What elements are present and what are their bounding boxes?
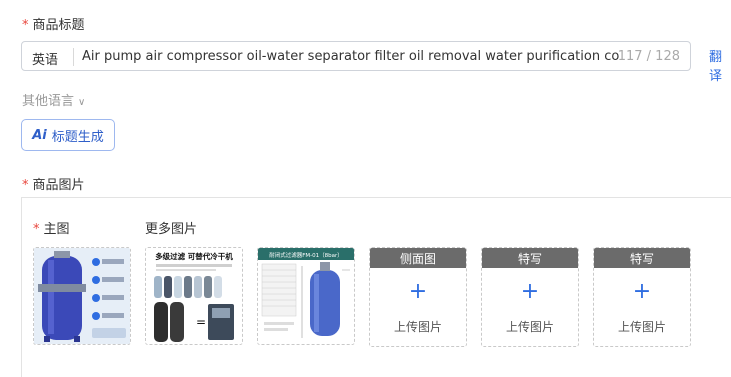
- upload-slot-closeup-2[interactable]: 特写 + 上传图片: [593, 247, 691, 347]
- translate-link[interactable]: 翻译: [709, 46, 731, 84]
- thumbnail-headline: 多级过滤 可替代冷干机: [155, 251, 233, 261]
- slot-header: 特写: [594, 248, 690, 268]
- slot-header: 侧面图: [370, 248, 466, 268]
- other-languages-label: 其他语言: [22, 94, 75, 109]
- more-image-thumbnail-1[interactable]: 多级过滤 可替代冷干机 =: [145, 247, 243, 345]
- upload-slot-side-view[interactable]: 侧面图 + 上传图片: [369, 247, 467, 347]
- plus-icon: +: [408, 279, 428, 304]
- chevron-down-icon: ∨: [78, 97, 86, 108]
- filter-tank-image: [34, 248, 130, 344]
- filter-elements-image: 多级过滤 可替代冷干机 =: [146, 248, 242, 344]
- plus-icon: +: [520, 279, 540, 304]
- language-tag[interactable]: 英语: [32, 49, 58, 68]
- main-image-label: * 主图: [33, 222, 70, 237]
- plus-icon: +: [632, 279, 652, 304]
- upload-slot-closeup-1[interactable]: 特写 + 上传图片: [481, 247, 579, 347]
- title-generate-label: 标题生成: [51, 129, 104, 145]
- upload-label: 上传图片: [617, 320, 666, 334]
- required-mark: *: [33, 222, 40, 237]
- other-languages-toggle[interactable]: 其他语言 ∨: [22, 90, 85, 109]
- svg-text:=: =: [196, 315, 206, 329]
- slot-header: 特写: [482, 248, 578, 268]
- ai-icon: Ai: [32, 127, 47, 143]
- divider: [73, 48, 74, 66]
- more-images-label: 更多图片: [145, 222, 198, 237]
- title-generate-button[interactable]: Ai 标题生成: [21, 119, 115, 151]
- more-image-thumbnail-2[interactable]: 耐闭式过滤器FM-01（8bar）: [257, 247, 355, 345]
- title-input-value[interactable]: Air pump air compressor oil-water separa…: [82, 49, 619, 64]
- upload-label: 上传图片: [393, 320, 442, 334]
- filter-spec-image: 耐闭式过滤器FM-01（8bar）: [258, 248, 354, 344]
- required-mark: *: [22, 178, 29, 193]
- upload-label: 上传图片: [505, 320, 554, 334]
- main-image-thumbnail[interactable]: [33, 247, 131, 345]
- product-title-label: * 商品标题: [22, 18, 85, 33]
- required-mark: *: [22, 18, 29, 33]
- character-counter: 117 / 128: [617, 49, 680, 64]
- product-images-label: * 商品图片: [22, 178, 85, 193]
- title-input-field[interactable]: 英语 Air pump air compressor oil-water sep…: [21, 41, 691, 71]
- thumbnail-headline: 耐闭式过滤器FM-01（8bar）: [269, 251, 343, 259]
